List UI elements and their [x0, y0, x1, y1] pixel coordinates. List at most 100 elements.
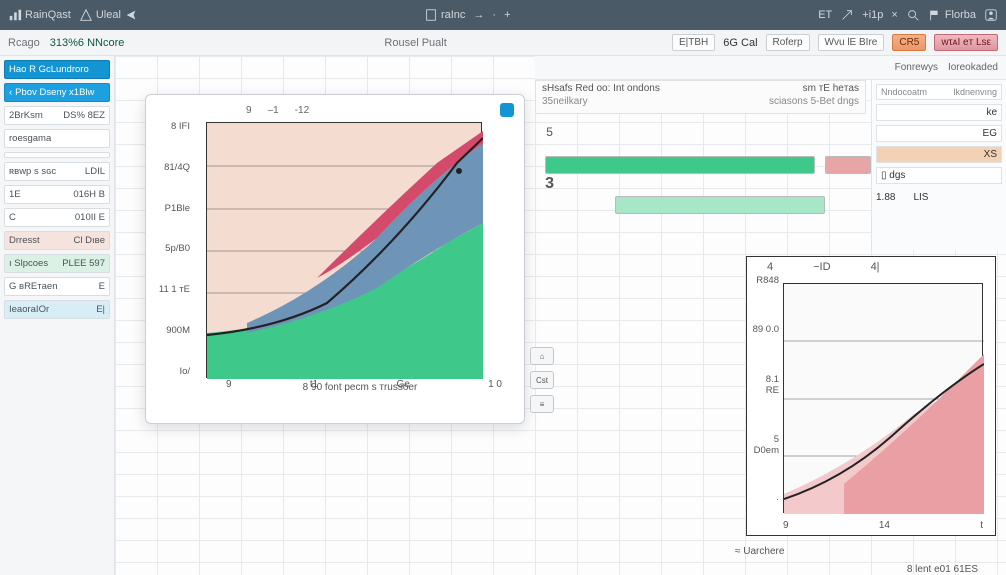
cp-h0: 9	[246, 105, 252, 116]
sr8b: E	[99, 281, 105, 292]
sidebar-row-9[interactable]: IeaoraIOrE|	[4, 300, 110, 319]
mini-chart-panel: 4 −ID 4| R848 89 0.0 8.1 RE 5 D0em ·	[746, 256, 996, 536]
yt4: 11 1 тE	[150, 284, 190, 295]
right-column: Nndocoatm lkdnenvıng ke EG XS ▯ dgs 1.88L…	[871, 80, 1006, 250]
sidebar-row-3[interactable]: ʀвwр s sɢc LDIL	[4, 162, 110, 181]
left-sidebar: Hao R GcLundroro ‹ Pbov Dseny x1Blw 2BrK…	[0, 56, 115, 575]
sr5a: C	[9, 212, 16, 223]
btn-red-action[interactable]: wτᴀI eᴛ Lsε	[934, 34, 998, 51]
chart-menu-button[interactable]: ≡	[530, 395, 554, 413]
ribbon-tab-1[interactable]: 313%6 NNcore	[50, 37, 125, 49]
close-button[interactable]: ×	[891, 9, 897, 21]
yt1: 81/4Q	[150, 162, 190, 173]
sidebar-row-1[interactable]: roesgama	[4, 129, 110, 148]
mc-h2: 4|	[871, 261, 880, 273]
ribbon-tab-0[interactable]: Rcago	[8, 37, 40, 49]
yt2: P1Ble	[150, 203, 190, 214]
myt0: R848	[751, 275, 779, 286]
chart-cst-button[interactable]: Cst	[530, 371, 554, 389]
th-r2-0: 35neilkary	[542, 96, 588, 107]
side-tag-3: 3	[545, 175, 554, 193]
rc-outer: 1.88LIS	[876, 192, 1002, 203]
cp-h1: –1	[268, 105, 279, 116]
sidebar-row-0[interactable]: 2BrKsmDS% 8EZ	[4, 106, 110, 125]
sr6a: Drresst	[9, 235, 40, 246]
ribbon-bar: Rcago 313%6 NNcore Rousel Pualt E|TBH 6G…	[0, 30, 1006, 56]
rc-cell-2[interactable]: XS	[876, 146, 1002, 163]
yt0: 8 IFI	[150, 121, 190, 132]
th-r1-1: sm тE heтas	[803, 83, 859, 94]
legend-note: ≈ Uarchere	[735, 546, 784, 557]
center-arrow-icon[interactable]: →	[473, 9, 484, 21]
myt2: 8.1 RE	[751, 374, 779, 396]
th-r2-1: sciasons 5-Bet dngs	[769, 96, 859, 107]
search-icon[interactable]	[906, 8, 920, 22]
gantt-bar-green[interactable]	[545, 156, 815, 174]
xt0: 9	[226, 379, 232, 390]
flag-label: Florba	[945, 9, 976, 21]
th-r1-0: sHsafs Red oo: Int ondons	[542, 83, 660, 94]
mini-chart-plot[interactable]	[783, 283, 983, 513]
rc-h0: Nndocoatm	[881, 87, 927, 97]
myt1: 89 0.0	[751, 324, 779, 335]
mxt1: 14	[879, 520, 890, 531]
sidebar-divider	[4, 152, 110, 158]
btn-cr5[interactable]: CR5	[892, 34, 926, 51]
mxt2: t	[980, 520, 983, 531]
rc-cell-3[interactable]: ▯ dgs	[876, 167, 1002, 184]
rc-cell-0[interactable]: ke	[876, 104, 1002, 121]
mini-yticks: R848 89 0.0 8.1 RE 5 D0em ·	[751, 275, 779, 505]
sidebar-row-7[interactable]: ı SlpcoesPLEE 597	[4, 254, 110, 273]
chevron-left-icon: ‹	[9, 87, 12, 98]
myt4: ·	[751, 494, 779, 505]
app-logo: RainQast	[8, 8, 71, 22]
cp-h2: -12	[295, 105, 309, 116]
chart-yticks: 8 IFI 81/4Q P1Ble 5p/B0 11 1 тE 900M Io/	[150, 121, 190, 377]
main-chart-plot[interactable]	[206, 122, 482, 378]
sr3a: ʀвwр s sɢc	[9, 166, 56, 177]
ribbon-label-etbh[interactable]: E|TBH	[672, 34, 715, 51]
side-tag-5: 5	[546, 125, 553, 139]
toolbar-arrow-icon[interactable]	[840, 8, 854, 22]
sr9a: IeaoraIOr	[9, 304, 49, 315]
sidebar-row-4[interactable]: 1E016H B	[4, 185, 110, 204]
sidebar-row-5[interactable]: C 010II E	[4, 208, 110, 227]
chart-home-button[interactable]: ⌂	[530, 347, 554, 365]
center-item-0[interactable]: raInc	[424, 8, 465, 22]
sidebar-row-8[interactable]: G вREтaenE	[4, 277, 110, 296]
sidebar-back-label: Pbov Dseny x1Blw	[15, 87, 94, 98]
rc3a: ▯ dgs	[881, 170, 905, 181]
rc4b: LIS	[913, 192, 928, 203]
sidebar-back-button[interactable]: ‹ Pbov Dseny x1Blw	[4, 83, 110, 102]
yt3: 5p/B0	[150, 243, 190, 254]
et-button[interactable]: ET	[818, 9, 832, 21]
sr5b: 010II E	[75, 212, 105, 223]
subhdr-left: Fonrewys	[895, 62, 938, 73]
pin-icon[interactable]	[500, 103, 514, 117]
rc2b: XS	[984, 149, 997, 160]
xt1: t1	[310, 379, 318, 390]
xt3: 1 0	[488, 379, 502, 390]
rc-cell-1[interactable]: EG	[876, 125, 1002, 142]
dropdown-wvu[interactable]: Wvu lE BIre	[818, 34, 885, 51]
ribbon-mid-tab[interactable]: Rousel Pualt	[384, 37, 446, 49]
et-label: ET	[818, 9, 832, 21]
sr1a: roesgama	[9, 133, 51, 144]
gantt-bar-pink[interactable]	[825, 156, 871, 174]
account-icon[interactable]	[984, 8, 998, 22]
gantt-bar-lightgreen[interactable]	[615, 196, 825, 214]
xt2: Ge	[396, 379, 409, 390]
plus-tip-button[interactable]: +i1p	[862, 9, 883, 21]
flag-button[interactable]: Florba	[928, 8, 976, 22]
sr6b: Cl Dıвe	[74, 235, 105, 246]
app-name: RainQast	[25, 9, 71, 21]
sr3b: LDIL	[85, 166, 105, 177]
mc-h1: −ID	[813, 261, 830, 273]
rc1b: EG	[983, 128, 997, 139]
rc-h1: lkdnenvıng	[953, 87, 997, 97]
dropdown-roferp[interactable]: Roferp	[766, 34, 810, 51]
myt3: 5 D0em	[751, 434, 779, 456]
yt6: Io/	[150, 366, 190, 377]
center-plus-icon[interactable]: +	[504, 9, 510, 21]
sidebar-row-6[interactable]: Drresst Cl Dıвe	[4, 231, 110, 250]
